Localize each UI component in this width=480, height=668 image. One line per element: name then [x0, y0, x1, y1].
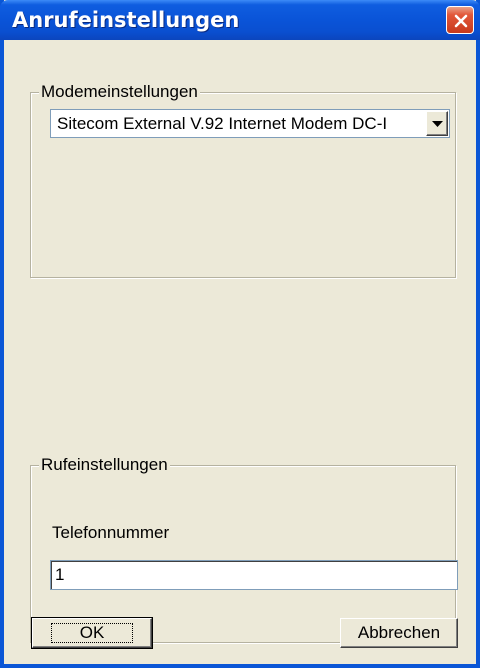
close-icon — [454, 14, 468, 28]
phone-number-label: Telefonnummer — [52, 523, 170, 542]
phone-number-input[interactable] — [55, 564, 451, 586]
modem-select-value: Sitecom External V.92 Internet Modem DC-… — [57, 114, 388, 133]
modem-settings-legend: Modemeinstellungen — [39, 82, 200, 102]
cancel-button[interactable]: Abbrechen — [340, 618, 458, 648]
close-button[interactable] — [446, 6, 474, 34]
modem-select[interactable]: Sitecom External V.92 Internet Modem DC-… — [50, 109, 450, 138]
call-settings-legend: Rufeinstellungen — [39, 455, 170, 475]
chevron-down-icon — [432, 121, 443, 127]
title-bar[interactable]: Anrufeinstellungen — [0, 0, 480, 40]
window-title: Anrufeinstellungen — [12, 8, 240, 32]
modem-select-dropdown-button[interactable] — [426, 111, 448, 136]
phone-number-field[interactable] — [50, 560, 458, 590]
call-settings-group: Rufeinstellungen — [30, 455, 456, 643]
ok-button-label: OK — [50, 623, 134, 643]
ok-button[interactable]: OK — [31, 617, 153, 649]
